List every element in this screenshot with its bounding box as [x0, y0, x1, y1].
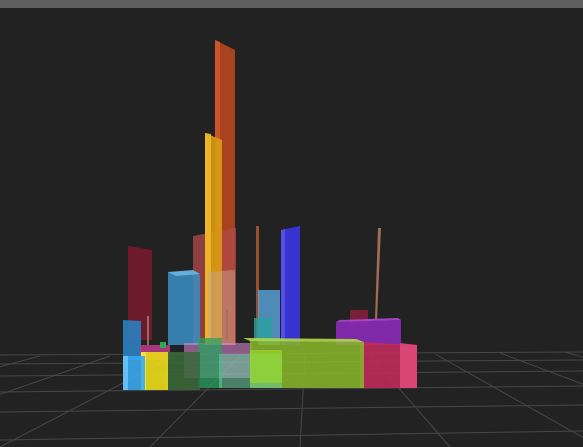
bar-beige-mid — [208, 270, 235, 345]
bar-thin-tan — [375, 228, 381, 320]
bar-olive-front — [250, 350, 282, 383]
bar-group-back — [123, 40, 401, 360]
bar-blue-left — [168, 271, 200, 345]
bar-tiny-green — [160, 342, 166, 348]
bar-indigo-side — [281, 229, 285, 345]
3d-scene-canvas[interactable] — [0, 0, 583, 447]
bar-gray-thin-2 — [226, 310, 228, 340]
bar-lightblue-front-side — [123, 356, 128, 390]
bar-green-mid — [198, 338, 222, 388]
bar-teal-small — [254, 318, 272, 340]
bar-crimson-right-side — [400, 343, 417, 388]
3d-viewport[interactable] — [0, 0, 583, 447]
bar-darkgreen-front — [165, 352, 200, 390]
bar-gray-thin — [147, 316, 149, 345]
bar-blue-small — [123, 320, 141, 360]
